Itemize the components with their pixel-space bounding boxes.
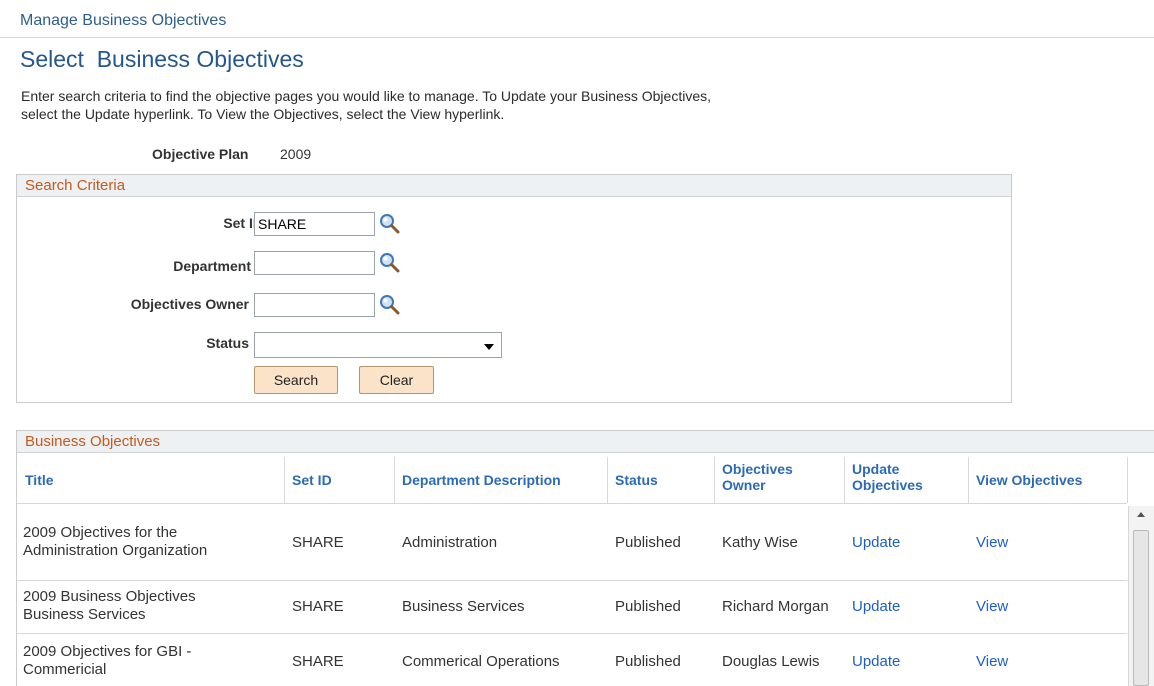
setid-lookup-icon[interactable] <box>378 212 402 236</box>
column-separator <box>284 457 285 503</box>
row-title-line2: Commericial <box>23 661 107 678</box>
scroll-up-arrow-icon[interactable] <box>1137 512 1145 517</box>
column-separator <box>607 457 608 503</box>
row-title: 2009 Objectives for GBI - Commericial <box>23 643 191 679</box>
column-header-setid[interactable]: Set ID <box>292 472 332 488</box>
instructions-line-1: Enter search criteria to find the object… <box>21 88 712 104</box>
column-header-owner-line2: Owner <box>722 477 766 493</box>
table-row: 2009 Objectives for GBI - Commericial SH… <box>17 634 1127 686</box>
row-title-line2: Administration Organization <box>23 542 208 559</box>
view-link[interactable]: View <box>976 653 1008 671</box>
row-status: Published <box>615 653 681 670</box>
clear-button[interactable]: Clear <box>359 366 434 394</box>
objectives-owner-label: Objectives Owner <box>130 296 249 312</box>
search-criteria-panel: Search Criteria Set ID Department Object… <box>16 174 1012 403</box>
status-select[interactable] <box>254 332 502 358</box>
breadcrumb: Manage Business Objectives <box>20 12 227 29</box>
department-input[interactable] <box>254 251 375 275</box>
column-separator <box>394 457 395 503</box>
department-lookup-icon[interactable] <box>378 251 402 275</box>
column-separator <box>1127 457 1128 503</box>
row-title-line1: 2009 Business Objectives <box>23 588 196 605</box>
row-owner: Kathy Wise <box>722 534 798 551</box>
department-label: Department <box>173 258 251 274</box>
setid-label: Set ID <box>223 215 263 231</box>
update-link[interactable]: Update <box>852 534 900 552</box>
column-header-update-line1: Update <box>852 461 900 477</box>
column-separator <box>968 457 969 503</box>
business-objectives-header: Business Objectives <box>17 431 1154 453</box>
update-link[interactable]: Update <box>852 598 900 616</box>
vertical-scrollbar[interactable] <box>1128 506 1154 686</box>
column-header-update[interactable]: Update Objectives <box>852 461 923 493</box>
status-label: Status <box>206 335 249 351</box>
objective-plan-value: 2009 <box>280 146 312 162</box>
header-divider <box>0 37 1154 38</box>
scrollbar-thumb[interactable] <box>1133 530 1149 686</box>
row-department: Commerical Operations <box>402 653 560 670</box>
row-department: Administration <box>402 534 498 551</box>
column-header-owner[interactable]: Objectives Owner <box>722 461 793 493</box>
objectives-owner-input[interactable] <box>254 293 375 317</box>
row-title: 2009 Business Objectives Business Servic… <box>23 588 196 624</box>
row-title-line1: 2009 Objectives for GBI - <box>23 643 192 660</box>
page-title: Select Business Objectives <box>20 46 304 72</box>
row-status: Published <box>615 598 681 615</box>
column-header-department[interactable]: Department Description <box>402 472 561 488</box>
row-setid: SHARE <box>292 653 344 670</box>
chevron-down-icon <box>484 344 494 350</box>
column-header-owner-line1: Objectives <box>722 461 793 477</box>
table-row: 2009 Business Objectives Business Servic… <box>17 581 1127 633</box>
row-owner: Richard Morgan <box>722 598 829 615</box>
column-separator <box>844 457 845 503</box>
view-link[interactable]: View <box>976 598 1008 616</box>
search-button[interactable]: Search <box>254 366 338 394</box>
objective-plan-label: Objective Plan <box>152 146 249 162</box>
instructions-line-2: select the Update hyperlink. To View the… <box>21 106 505 122</box>
column-header-view[interactable]: View Objectives <box>976 472 1082 488</box>
search-criteria-header: Search Criteria <box>17 175 1011 197</box>
row-department: Business Services <box>402 598 525 615</box>
table-row: 2009 Objectives for the Administration O… <box>17 504 1127 580</box>
objectives-owner-lookup-icon[interactable] <box>378 293 402 317</box>
instructions: Enter search criteria to find the object… <box>21 87 921 123</box>
setid-input[interactable] <box>254 212 375 236</box>
row-setid: SHARE <box>292 598 344 615</box>
column-separator <box>714 457 715 503</box>
row-owner: Douglas Lewis <box>722 653 820 670</box>
view-link[interactable]: View <box>976 534 1008 552</box>
row-title: 2009 Objectives for the Administration O… <box>23 524 207 560</box>
row-status: Published <box>615 534 681 551</box>
row-title-line2: Business Services <box>23 606 146 623</box>
column-header-update-line2: Objectives <box>852 477 923 493</box>
update-link[interactable]: Update <box>852 653 900 671</box>
column-header-title[interactable]: Title <box>25 472 54 488</box>
business-objectives-grid: Business Objectives Title Set ID Departm… <box>16 430 1154 686</box>
row-setid: SHARE <box>292 534 344 551</box>
column-header-status[interactable]: Status <box>615 472 658 488</box>
row-title-line1: 2009 Objectives for the <box>23 524 178 541</box>
